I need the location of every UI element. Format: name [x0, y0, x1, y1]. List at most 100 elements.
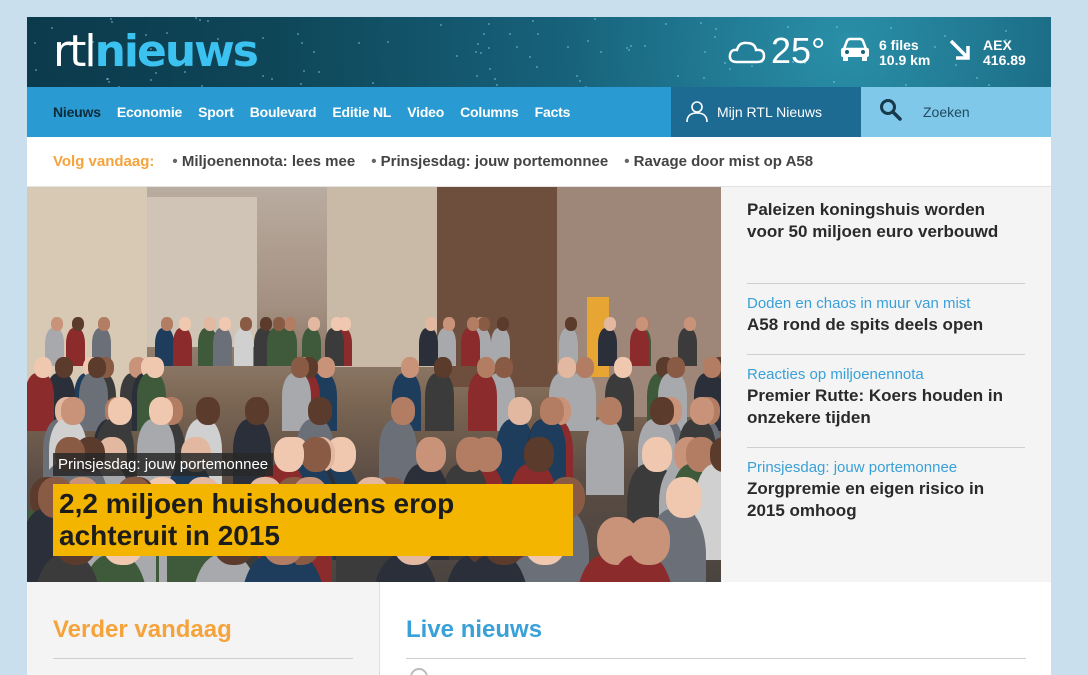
traffic-length: 10.9 km: [879, 51, 931, 68]
side-headlines: Paleizen koningshuis worden voor 50 milj…: [721, 187, 1051, 582]
header-speck: [477, 43, 479, 45]
header: rtlnieuws 25° 6 files 10.9 km AEX 416.89: [27, 17, 1051, 87]
divider: [53, 658, 353, 659]
side-item[interactable]: Doden en chaos in muur van mist A58 rond…: [747, 293, 1025, 336]
side-item[interactable]: Prinsjesdag: jouw portemonnee Zorgpremie…: [747, 457, 1025, 522]
divider: [406, 658, 1026, 659]
side-item[interactable]: Paleizen koningshuis worden voor 50 milj…: [747, 199, 1025, 243]
header-speck: [944, 35, 946, 37]
crowd-head: [219, 317, 231, 331]
crowd-head: [467, 317, 479, 331]
crowd-head: [273, 317, 285, 331]
header-speck: [537, 33, 539, 35]
crowd-head: [317, 357, 335, 378]
crowd-head: [401, 357, 419, 378]
crowd-body: [213, 327, 233, 367]
hero-title[interactable]: 2,2 miljoen huishoudens erop achteruit i…: [53, 484, 573, 556]
crowd-body: [468, 373, 497, 431]
side-kicker: Reacties op miljoenennota: [747, 366, 924, 383]
crowd-head: [55, 357, 73, 378]
volg-link-prinsjesdag[interactable]: Prinsjesdag: jouw portemonnee: [371, 153, 609, 170]
crowd-body: [586, 418, 625, 496]
crowd-head: [540, 397, 564, 425]
crowd-head: [642, 437, 672, 472]
nav-item-economie[interactable]: Economie: [117, 104, 183, 120]
header-speck: [207, 20, 209, 22]
divider: [747, 354, 1025, 355]
header-speck: [35, 69, 37, 71]
crowd-head: [636, 317, 648, 331]
side-item[interactable]: Reacties op miljoenennota Premier Rutte:…: [747, 364, 1025, 429]
header-speck: [372, 82, 374, 84]
header-speck: [111, 21, 113, 23]
crowd-head: [495, 357, 513, 378]
header-speck: [483, 33, 485, 35]
crowd-head: [51, 317, 63, 331]
weather-widget[interactable]: 25°: [727, 31, 825, 71]
header-speck: [890, 27, 892, 29]
crowd-head: [684, 317, 696, 331]
hero-article[interactable]: Prinsjesdag: jouw portemonnee 2,2 miljoe…: [27, 187, 721, 582]
aex-widget[interactable]: AEX 416.89: [947, 37, 1026, 68]
nav-item-boulevard[interactable]: Boulevard: [250, 104, 317, 120]
header-speck: [579, 80, 581, 82]
crowd-head: [497, 317, 509, 331]
side-headline: A58 rond de spits deels open: [747, 315, 984, 334]
search-icon[interactable]: [879, 98, 903, 127]
mijn-rtl-label: Mijn RTL Nieuws: [717, 104, 823, 120]
crowd-head: [598, 397, 622, 425]
header-speck: [440, 24, 442, 26]
header-speck: [262, 37, 264, 39]
verder-vandaag-section: Verder vandaag: [27, 582, 379, 675]
crowd-head: [149, 397, 173, 425]
mijn-rtl-button[interactable]: Mijn RTL Nieuws: [671, 87, 861, 137]
temperature: 25°: [771, 30, 826, 71]
crowd-head: [576, 357, 594, 378]
header-speck: [313, 51, 315, 53]
verder-vandaag-title: Verder vandaag: [53, 616, 232, 643]
header-speck: [475, 51, 477, 53]
side-kicker: Prinsjesdag: jouw portemonnee: [747, 459, 958, 476]
nav-item-sport[interactable]: Sport: [198, 104, 234, 120]
logo-rtl: rtl: [53, 26, 97, 77]
nav-item-columns[interactable]: Columns: [460, 104, 519, 120]
crowd-body: [630, 327, 650, 367]
crowd-head: [690, 397, 714, 425]
nav-item-nieuws[interactable]: Nieuws: [53, 104, 101, 120]
traffic-widget[interactable]: 6 files 10.9 km: [839, 37, 930, 68]
site-container: rtlnieuws 25° 6 files 10.9 km AEX 416.89…: [27, 17, 1051, 675]
header-speck: [195, 17, 197, 19]
crowd-head: [308, 397, 332, 425]
nav-item-facts[interactable]: Facts: [535, 104, 571, 120]
header-speck: [34, 42, 36, 44]
crowd-head: [146, 357, 164, 378]
header-speck: [628, 49, 630, 51]
nav-item-video[interactable]: Video: [407, 104, 444, 120]
header-speck: [567, 46, 569, 48]
crowd-head: [443, 317, 455, 331]
header-speck: [576, 75, 578, 77]
nav-item-editie-nl[interactable]: Editie NL: [332, 104, 391, 120]
header-speck: [301, 42, 303, 44]
search-input[interactable]: Zoeken: [861, 87, 1051, 137]
side-headline: Premier Rutte: Koers houden in onzekere …: [747, 386, 1003, 427]
header-speck: [715, 28, 717, 30]
volg-link-mist-a58[interactable]: Ravage door mist op A58: [624, 153, 814, 170]
main-nav: Nieuws Economie Sport Boulevard Editie N…: [27, 87, 1051, 137]
clock-icon: [410, 668, 428, 675]
crowd-head: [308, 317, 320, 331]
header-speck: [300, 83, 302, 85]
logo[interactable]: rtlnieuws: [53, 26, 259, 77]
header-speck: [110, 18, 112, 20]
header-speck: [934, 46, 936, 48]
crowd-head: [161, 317, 173, 331]
header-speck: [1005, 30, 1007, 32]
volg-link-miljoenennota[interactable]: Miljoenennota: lees mee: [172, 153, 355, 170]
hero-tag[interactable]: Prinsjesdag: jouw portemonnee: [53, 453, 274, 476]
crowd-body: [234, 327, 254, 367]
header-speck: [714, 36, 716, 38]
header-speck: [262, 75, 264, 77]
crowd-head: [301, 437, 331, 472]
crowd-head: [434, 357, 452, 378]
header-speck: [836, 26, 838, 28]
